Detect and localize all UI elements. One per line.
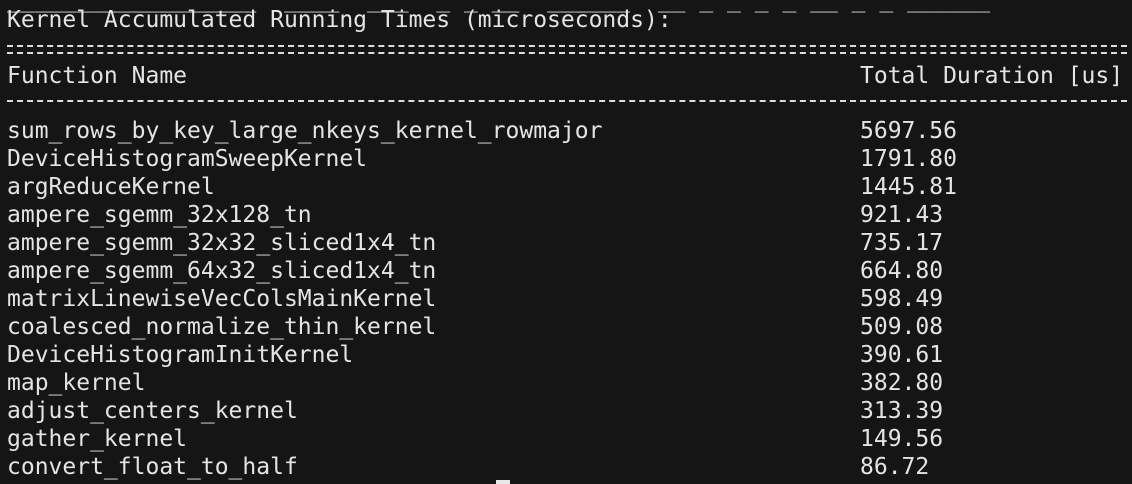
function-name-cell: map_kernel — [7, 370, 146, 396]
table-row: gather_kernel 149.56 — [7, 425, 1127, 453]
function-name-cell: sum_rows_by_key_large_nkeys_kernel_rowma… — [7, 118, 603, 144]
table-row: DeviceHistogramSweepKernel 1791.80 — [7, 145, 1127, 173]
double-separator — [7, 42, 1127, 57]
function-name-cell: coalesced_normalize_thin_kernel — [7, 314, 437, 340]
table-row: adjust_centers_kernel 313.39 — [7, 397, 1127, 425]
function-name-cell: DeviceHistogramSweepKernel — [7, 146, 368, 172]
duration-cell: 921.43 — [860, 202, 944, 228]
duration-cell: 5697.56 — [860, 118, 957, 144]
table-header: Function Name Total Duration [us] — [7, 62, 1127, 90]
table-body: sum_rows_by_key_large_nkeys_kernel_rowma… — [7, 117, 1127, 481]
table-row: convert_float_to_half 86.72 — [7, 453, 1127, 481]
table-row: ampere_sgemm_32x128_tn 921.43 — [7, 201, 1127, 229]
table-row: ampere_sgemm_32x32_sliced1x4_tn 735.17 — [7, 229, 1127, 257]
output-title: Kernel Accumulated Running Times (micros… — [7, 7, 672, 33]
table-row: map_kernel 382.80 — [7, 369, 1127, 397]
function-name-cell: ampere_sgemm_32x32_sliced1x4_tn — [7, 230, 437, 256]
table-row: sum_rows_by_key_large_nkeys_kernel_rowma… — [7, 117, 1127, 145]
header-function-name: Function Name — [7, 63, 188, 89]
function-name-cell: ampere_sgemm_64x32_sliced1x4_tn — [7, 258, 437, 284]
duration-cell: 149.56 — [860, 426, 944, 452]
duration-cell: 313.39 — [860, 398, 944, 424]
duration-cell: 390.61 — [860, 342, 944, 368]
table-row: DeviceHistogramInitKernel 390.61 — [7, 341, 1127, 369]
duration-cell: 1791.80 — [860, 146, 957, 172]
table-row: ampere_sgemm_64x32_sliced1x4_tn 664.80 — [7, 257, 1127, 285]
terminal-window[interactable]: __________________ ____ ___ _ _ __ _____… — [0, 0, 1132, 484]
duration-cell: 735.17 — [860, 230, 944, 256]
duration-cell: 382.80 — [860, 370, 944, 396]
duration-cell: 598.49 — [860, 286, 944, 312]
duration-cell: 664.80 — [860, 258, 944, 284]
function-name-cell: ampere_sgemm_32x128_tn — [7, 202, 312, 228]
header-total-duration: Total Duration [us] — [860, 63, 1124, 89]
function-name-cell: gather_kernel — [7, 426, 188, 452]
duration-cell: 1445.81 — [860, 174, 957, 200]
function-name-cell: DeviceHistogramInitKernel — [7, 342, 354, 368]
function-name-cell: matrixLinewiseVecColsMainKernel — [7, 286, 437, 312]
duration-cell: 86.72 — [860, 454, 930, 480]
duration-cell: 509.08 — [860, 314, 944, 340]
table-row: coalesced_normalize_thin_kernel 509.08 — [7, 313, 1127, 341]
function-name-cell: argReduceKernel — [7, 174, 215, 200]
text-cursor — [496, 480, 510, 484]
table-row: argReduceKernel 1445.81 — [7, 173, 1127, 201]
function-name-cell: adjust_centers_kernel — [7, 398, 298, 424]
function-name-cell: convert_float_to_half — [7, 454, 298, 480]
header-separator — [7, 100, 1127, 102]
table-row: matrixLinewiseVecColsMainKernel 598.49 — [7, 285, 1127, 313]
